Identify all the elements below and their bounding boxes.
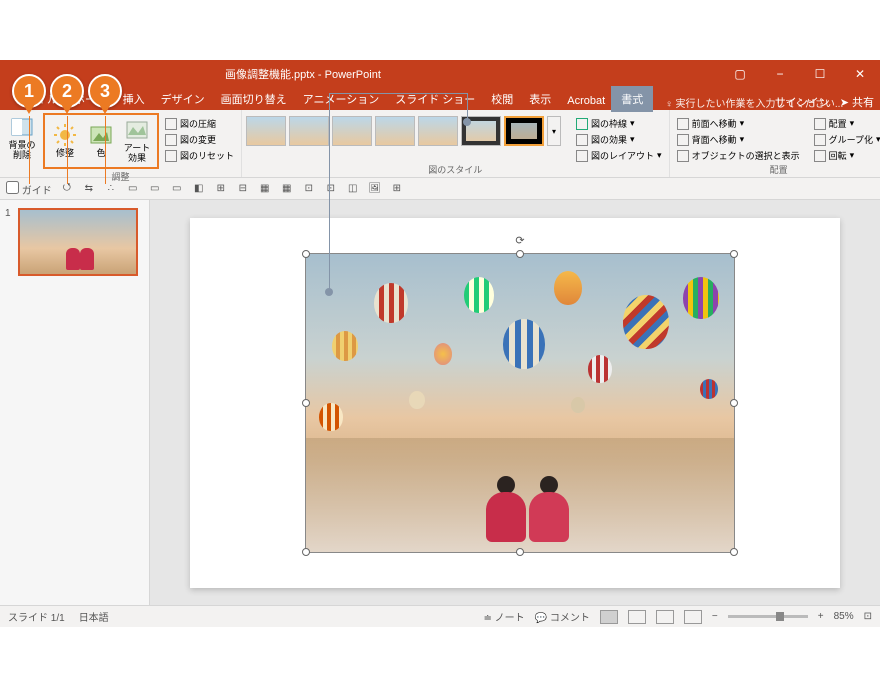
picture-effects-button[interactable]: 図の効果 ▾ bbox=[573, 132, 665, 147]
reading-view-button[interactable] bbox=[656, 610, 674, 624]
slide-number: 1 bbox=[5, 208, 11, 219]
selected-picture[interactable]: ⟳ bbox=[305, 253, 735, 553]
qat-icon[interactable]: 🖼 bbox=[368, 182, 382, 196]
artistic-icon bbox=[125, 118, 149, 142]
sign-in-link[interactable]: サインイン bbox=[775, 94, 830, 110]
language-indicator[interactable]: 日本語 bbox=[79, 609, 109, 624]
picture-color-icon bbox=[89, 123, 113, 147]
style-thumb[interactable] bbox=[461, 116, 501, 146]
comments-button[interactable]: 💬 コメント bbox=[535, 609, 590, 624]
guide-checkbox[interactable]: ガイド bbox=[6, 181, 52, 197]
picture-border-button[interactable]: 図の枠線 ▾ bbox=[573, 116, 665, 131]
send-backward-button[interactable]: 背面へ移動 ▾ bbox=[674, 132, 803, 147]
color-button[interactable]: 色 bbox=[83, 115, 119, 167]
remove-background-button[interactable]: 背景の 削除 bbox=[4, 112, 40, 164]
selection-pane-button[interactable]: オブジェクトの選択と表示 bbox=[674, 148, 803, 163]
qat-icon[interactable]: ▦ bbox=[280, 182, 294, 196]
tab-format[interactable]: 書式 bbox=[613, 88, 651, 110]
bring-forward-button[interactable]: 前面へ移動 ▾ bbox=[674, 116, 803, 131]
qat-icon[interactable]: ⊡ bbox=[324, 182, 338, 196]
document-title: 画像調整機能.pptx - PowerPoint bbox=[225, 66, 381, 82]
zoom-slider[interactable] bbox=[728, 615, 808, 618]
tab-home[interactable]: ホーム bbox=[66, 88, 115, 110]
qat-icon[interactable]: ⊞ bbox=[390, 182, 404, 196]
tab-transitions[interactable]: 画面切り替え bbox=[213, 88, 295, 110]
zoom-out-button[interactable]: − bbox=[712, 611, 718, 622]
slideshow-view-button[interactable] bbox=[684, 610, 702, 624]
qat-icon[interactable]: ∴ bbox=[104, 182, 118, 196]
slide-canvas[interactable]: ⟳ bbox=[190, 218, 840, 588]
notes-button[interactable]: ≐ ノート bbox=[484, 609, 525, 624]
compress-picture-button[interactable]: 図の圧縮 bbox=[162, 116, 237, 131]
maximize-button[interactable]: ☐ bbox=[800, 60, 840, 88]
quick-access-row: ガイド ⭯ ⇆ ∴ ▭ ▭ ▭ ◧ ⊞ ⊟ ▦ ▦ ⊡ ⊡ ◫ 🖼 ⊞ bbox=[0, 178, 880, 200]
align-button[interactable]: 配置 ▾ bbox=[811, 116, 880, 131]
tab-review[interactable]: 校閲 bbox=[483, 88, 521, 110]
qat-icon[interactable]: ▭ bbox=[148, 182, 162, 196]
share-button[interactable]: ➤ 共有 bbox=[840, 94, 874, 110]
gallery-more-button[interactable]: ▾ bbox=[547, 116, 561, 146]
ribbon-tabs: ファイル ホーム 挿入 デザイン 画面切り替え アニメーション スライド ショー… bbox=[0, 88, 880, 110]
ribbon: 背景の 削除 修整 色 アート効果 図の圧縮 図の変更 図のリ bbox=[0, 110, 880, 178]
slide-counter: スライド 1/1 bbox=[8, 609, 65, 624]
brightness-icon bbox=[53, 123, 77, 147]
qat-icon[interactable]: ⇆ bbox=[82, 182, 96, 196]
style-thumb[interactable] bbox=[375, 116, 415, 146]
remove-background-icon bbox=[10, 115, 34, 139]
change-picture-button[interactable]: 図の変更 bbox=[162, 132, 237, 147]
fit-to-window-button[interactable]: ⊡ bbox=[864, 611, 872, 622]
tab-file[interactable]: ファイル bbox=[6, 88, 66, 110]
style-thumb[interactable] bbox=[332, 116, 372, 146]
tab-design[interactable]: デザイン bbox=[153, 88, 213, 110]
tab-slideshow[interactable]: スライド ショー bbox=[387, 88, 483, 110]
qat-icon[interactable]: ▦ bbox=[258, 182, 272, 196]
styles-group-label: 図のスタイル bbox=[246, 163, 665, 177]
tab-insert[interactable]: 挿入 bbox=[115, 88, 153, 110]
picture-layout-button[interactable]: 図のレイアウト ▾ bbox=[573, 148, 665, 163]
slide-thumbnail[interactable]: 1 bbox=[8, 208, 141, 276]
qat-icon[interactable]: ▭ bbox=[170, 182, 184, 196]
qat-icon[interactable]: ⭯ bbox=[60, 182, 74, 196]
qat-icon[interactable]: ◧ bbox=[192, 182, 206, 196]
qat-icon[interactable]: ⊡ bbox=[302, 182, 316, 196]
arrange-group-label: 配置 bbox=[674, 163, 880, 177]
tab-animations[interactable]: アニメーション bbox=[295, 88, 388, 110]
close-button[interactable]: ✕ bbox=[840, 60, 880, 88]
artistic-effects-button[interactable]: アート効果 bbox=[119, 115, 155, 167]
minimize-button[interactable]: − bbox=[760, 60, 800, 88]
qat-icon[interactable]: ◫ bbox=[346, 182, 360, 196]
rotate-button[interactable]: 回転 ▾ bbox=[811, 148, 880, 163]
rotate-handle-icon[interactable]: ⟳ bbox=[515, 234, 524, 247]
title-bar: 画像調整機能.pptx - PowerPoint ▢ − ☐ ✕ bbox=[0, 60, 880, 88]
slide-editor[interactable]: ⟳ bbox=[150, 200, 880, 605]
reset-picture-button[interactable]: 図のリセット bbox=[162, 148, 237, 163]
sorter-view-button[interactable] bbox=[628, 610, 646, 624]
normal-view-button[interactable] bbox=[600, 610, 618, 624]
style-thumb[interactable] bbox=[289, 116, 329, 146]
style-thumb[interactable] bbox=[418, 116, 458, 146]
workspace: 1 ⟳ bbox=[0, 200, 880, 605]
tab-acrobat[interactable]: Acrobat bbox=[559, 92, 613, 110]
qat-icon[interactable]: ⊟ bbox=[236, 182, 250, 196]
qat-icon[interactable]: ⊞ bbox=[214, 182, 228, 196]
qat-icon[interactable]: ▭ bbox=[126, 182, 140, 196]
picture-styles-gallery[interactable]: ▾ bbox=[246, 112, 561, 146]
slide-thumbnail-panel[interactable]: 1 bbox=[0, 200, 150, 605]
tab-view[interactable]: 表示 bbox=[521, 88, 559, 110]
style-thumb[interactable] bbox=[246, 116, 286, 146]
status-bar: スライド 1/1 日本語 ≐ ノート 💬 コメント − + 85% ⊡ bbox=[0, 605, 880, 627]
zoom-in-button[interactable]: + bbox=[818, 611, 824, 622]
style-thumb-selected[interactable] bbox=[504, 116, 544, 146]
zoom-level[interactable]: 85% bbox=[834, 611, 854, 622]
group-button[interactable]: グループ化 ▾ bbox=[811, 132, 880, 147]
corrections-button[interactable]: 修整 bbox=[47, 115, 83, 167]
ribbon-options-icon[interactable]: ▢ bbox=[720, 60, 760, 88]
